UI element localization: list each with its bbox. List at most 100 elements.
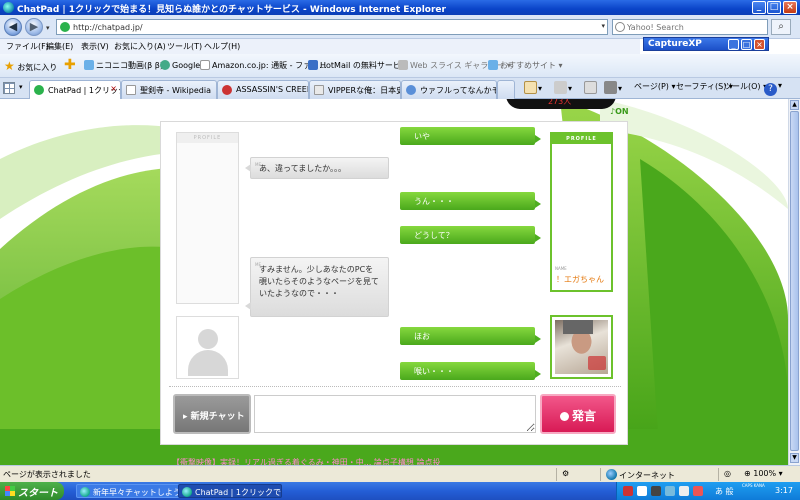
tab-vipper[interactable]: VIPPERな俺：日本史... <box>309 80 401 99</box>
back-button[interactable]: ◀ <box>4 18 22 36</box>
feeds-button[interactable]: ▾ <box>554 81 572 94</box>
tray-app-icon[interactable] <box>623 486 633 496</box>
popup-blocker-icon[interactable]: ◎ <box>724 469 731 478</box>
nicovideo-icon <box>84 60 94 70</box>
address-bar[interactable]: ▾ <box>56 19 608 35</box>
tools-menu-button[interactable]: ツール(O) ▾ <box>724 81 767 92</box>
task-label: 新年早々チャットしよう... <box>93 488 188 497</box>
tray-app-icon[interactable] <box>693 486 703 496</box>
home-button[interactable]: ▾ <box>524 81 542 94</box>
status-text: ページが表示されました <box>3 470 91 479</box>
system-tray: あ 般 CAPS KANA 3:17 <box>616 482 800 500</box>
minimize-button[interactable]: _ <box>752 1 766 14</box>
address-dropdown-icon[interactable]: ▾ <box>601 22 605 30</box>
capturexp-close-button[interactable]: × <box>754 39 765 50</box>
tab-close-icon[interactable]: × <box>110 84 117 93</box>
help-icon: ? <box>764 83 777 96</box>
quick-tabs-icon[interactable] <box>3 82 15 94</box>
taskbar-item-newyear[interactable]: 新年早々チャットしよう... <box>76 484 188 498</box>
sound-toggle[interactable]: ♪ON <box>610 107 629 116</box>
start-button[interactable]: スタート <box>0 482 64 500</box>
status-bar: ページが表示されました ⚙ インターネット ◎ ⊕ 100% ▾ <box>0 465 800 482</box>
tray-network-icon[interactable] <box>665 486 675 496</box>
online-count-label: 273人 <box>548 99 572 106</box>
taskbar: スタート 新年早々チャットしよう... ChatPad | 1クリックで... … <box>0 482 800 500</box>
add-favorite-button[interactable]: ✚ <box>64 57 76 73</box>
capturexp-maximize-button[interactable]: □ <box>741 39 752 50</box>
wikipedia-tab-icon <box>126 85 136 95</box>
fav-label: ニコニコ動画(β β) <box>96 61 163 70</box>
menu-tools[interactable]: ツール(T) <box>167 41 202 52</box>
menu-favorites[interactable]: お気に入り(A) <box>114 41 166 52</box>
menu-view[interactable]: 表示(V) <box>81 41 109 52</box>
scroll-down-icon[interactable]: ▼ <box>790 453 799 463</box>
fav-item-nicovideo[interactable]: ニコニコ動画(β β) <box>84 60 163 71</box>
capturexp-minimize-button[interactable]: _ <box>728 39 739 50</box>
tab-list-dropdown-icon[interactable]: ▾ <box>19 83 23 91</box>
ime-indicator[interactable]: あ 般 <box>715 486 734 497</box>
site-favicon-icon <box>60 22 70 32</box>
menu-file[interactable]: ファイル(F) <box>6 41 49 52</box>
search-input[interactable] <box>627 21 765 33</box>
scroll-thumb[interactable] <box>790 111 799 451</box>
ie-icon <box>182 487 192 497</box>
bottom-ad-link[interactable]: 【衝撃映像】実録！リアル過ぎる着ぐるみ・神田・中... 論点子構想 論点投 <box>172 457 440 465</box>
clock[interactable]: 3:17 <box>775 486 793 495</box>
taskbar-item-chatpad[interactable]: ChatPad | 1クリックで... <box>178 484 282 498</box>
partner-avatar <box>550 315 613 379</box>
tab-wikipedia[interactable]: 聖剣寺 - Wikipedia <box>121 80 217 99</box>
page-content: 273人 ♪ON PROFILE いや ME あ、違ってましたか。。。 うん・・… <box>0 99 788 465</box>
tray-volume-icon[interactable] <box>679 486 689 496</box>
message-partner: ほお <box>400 327 541 345</box>
forward-button[interactable]: ▶ <box>25 18 43 36</box>
new-chat-arrow-icon: ▸ <box>183 412 191 422</box>
vertical-scrollbar[interactable]: ▲ ▼ <box>788 99 800 465</box>
google-icon <box>160 60 170 70</box>
zoom-level[interactable]: ⊕ 100% ▾ <box>744 469 783 478</box>
zoom-icon: ⊕ <box>744 469 754 478</box>
history-dropdown-icon[interactable]: ▾ <box>46 24 50 32</box>
status-separator <box>718 468 719 481</box>
message-partner: どうして？ <box>400 226 541 244</box>
tab-assassins-creed[interactable]: ASSASSIN'S CREED I... <box>217 80 309 99</box>
maximize-button[interactable]: □ <box>767 1 781 14</box>
new-tab-button[interactable] <box>497 80 515 99</box>
menu-help[interactable]: ヘルプ(H) <box>204 41 240 52</box>
tab-row: ▾ ChatPad | 1クリック... × 聖剣寺 - Wikipedia A… <box>0 78 800 100</box>
tray-app-icon[interactable] <box>637 486 647 496</box>
chat-log: いや ME あ、違ってましたか。。。 うん・・・ どうして？ ME すみません。… <box>245 122 545 384</box>
window-title: ChatPad | 1クリックで始まる！見知らぬ誰かとのチャットサービス - W… <box>17 5 446 15</box>
scroll-up-icon[interactable]: ▲ <box>790 100 799 110</box>
my-profile-panel: PROFILE <box>176 132 239 304</box>
message-input[interactable] <box>254 395 536 433</box>
search-button[interactable]: ⌕ <box>771 19 791 35</box>
chatpad-tab-icon <box>34 85 44 95</box>
print-button[interactable]: ▾ <box>604 81 622 94</box>
capturexp-window[interactable]: CaptureXP _ □ × <box>643 37 769 51</box>
security-zone[interactable]: インターネット <box>606 469 675 481</box>
send-button[interactable]: 発言 <box>540 394 616 434</box>
favorites-center-button[interactable]: ★ お気に入り <box>4 59 57 73</box>
tab-chatpad[interactable]: ChatPad | 1クリック... × <box>29 80 121 100</box>
url-input[interactable] <box>73 21 593 33</box>
fav-item-google[interactable]: Google <box>160 60 200 70</box>
fav-item-hotmail[interactable]: HotMail の無料サービス <box>308 60 409 71</box>
message-tag: ME <box>255 262 261 267</box>
help-button[interactable]: ? ▾ <box>764 81 782 96</box>
new-chat-button[interactable]: ▸ 新規チャット <box>173 394 251 434</box>
send-label: 発言 <box>572 409 597 423</box>
page-menu-button[interactable]: ページ(P) ▾ <box>634 81 675 92</box>
close-button[interactable]: × <box>783 1 797 14</box>
ie-icon <box>80 487 90 497</box>
fav-label: おすすめサイト ▾ <box>500 61 563 70</box>
menu-edit[interactable]: 編集(E) <box>46 41 73 52</box>
message-tag: ME <box>255 162 261 167</box>
default-avatar-body-icon <box>188 350 228 376</box>
tray-app-icon[interactable] <box>651 486 661 496</box>
status-separator <box>600 468 601 481</box>
mail-button[interactable] <box>584 81 598 94</box>
fav-item-recommended[interactable]: おすすめサイト ▾ <box>488 60 563 71</box>
tab-label: 聖剣寺 - Wikipedia <box>140 86 211 95</box>
search-box[interactable] <box>612 19 768 35</box>
tab-waffle[interactable]: ウァフルってなんかモッサリ... <box>401 80 497 99</box>
